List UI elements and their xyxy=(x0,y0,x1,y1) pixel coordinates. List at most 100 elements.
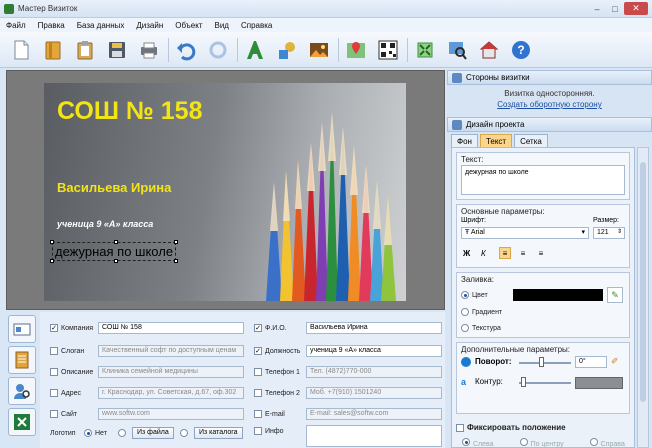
fio-checkbox[interactable]: ✓ xyxy=(254,324,262,332)
company-input[interactable]: СОШ № 158 xyxy=(98,322,244,334)
logo-catalog-option[interactable] xyxy=(180,425,191,441)
phone2-checkbox[interactable] xyxy=(254,389,262,397)
job-input[interactable]: ученица 9 «А» класса xyxy=(306,345,442,357)
align-right-icon[interactable]: ≡ xyxy=(535,247,547,259)
design-panel-header[interactable]: Дизайн проекта xyxy=(447,117,652,132)
align-left-icon[interactable]: ≡ xyxy=(499,247,511,259)
info-input[interactable] xyxy=(306,425,442,447)
logo-none-radio[interactable] xyxy=(84,429,92,437)
resize-handle[interactable] xyxy=(114,240,119,244)
job-checkbox[interactable]: ✓ xyxy=(254,347,262,355)
add-shape-button[interactable] xyxy=(274,37,300,63)
resize-handle[interactable] xyxy=(174,259,179,263)
add-map-button[interactable] xyxy=(343,37,369,63)
fixed-align-right[interactable]: Справа xyxy=(589,438,625,448)
resize-handle[interactable] xyxy=(114,259,119,263)
undo-button[interactable] xyxy=(173,37,199,63)
align-center-icon[interactable]: ≡ xyxy=(517,247,529,259)
site-input[interactable]: www.softw.com xyxy=(98,408,244,420)
print-button[interactable] xyxy=(136,37,162,63)
fio-input[interactable]: Васильева Ирина xyxy=(306,322,442,334)
font-size-stepper[interactable]: 121 ⇕ xyxy=(593,227,625,239)
phone1-input[interactable]: Тел. (4872)770-000 xyxy=(306,366,442,378)
sides-panel-header[interactable]: Стороны визитки xyxy=(447,70,652,85)
card-school-text[interactable]: СОШ № 158 xyxy=(57,97,202,126)
card-fields-button[interactable] xyxy=(8,315,36,343)
fix-position-checkbox[interactable] xyxy=(456,423,464,432)
resize-handle[interactable] xyxy=(174,240,179,244)
fix-position-row[interactable]: Фиксировать положение xyxy=(456,423,566,432)
rotate-slider[interactable] xyxy=(519,362,571,364)
create-back-side-link[interactable]: Создать оборотную сторону xyxy=(447,100,652,109)
tab-background[interactable]: Фон xyxy=(451,134,478,148)
fill-color-swatch[interactable] xyxy=(513,289,603,301)
tab-text[interactable]: Текст xyxy=(479,134,513,148)
paste-button[interactable] xyxy=(72,37,98,63)
excel-import-button[interactable] xyxy=(8,408,36,436)
minimize-button[interactable]: – xyxy=(588,2,606,15)
design-canvas[interactable]: СОШ № 158 Васильева Ирина ученица 9 «А» … xyxy=(6,70,445,310)
fill-gradient-radio[interactable] xyxy=(461,308,469,316)
help-button[interactable]: ? xyxy=(508,37,534,63)
redo-button[interactable] xyxy=(205,37,231,63)
maximize-button[interactable]: □ xyxy=(606,2,624,15)
fill-color-option[interactable]: Цвет xyxy=(461,287,488,303)
fill-texture-option[interactable]: Текстура xyxy=(461,320,501,336)
slogan-input[interactable]: Качественный софт по доступным ценам xyxy=(98,345,244,357)
description-checkbox[interactable] xyxy=(50,368,58,376)
add-text-button[interactable] xyxy=(242,37,268,63)
home-button[interactable] xyxy=(476,37,502,63)
rotate-stepper[interactable]: 0° xyxy=(575,356,607,368)
logo-file-radio[interactable] xyxy=(118,429,126,437)
add-qr-button[interactable] xyxy=(375,37,401,63)
fixed-center-radio[interactable] xyxy=(519,438,528,446)
contacts-button[interactable] xyxy=(8,377,36,405)
eyedropper-icon[interactable]: ✎ xyxy=(607,287,623,303)
fit-button[interactable] xyxy=(412,37,438,63)
resize-handle[interactable] xyxy=(50,240,54,244)
fixed-align-center[interactable]: По центру xyxy=(519,438,564,448)
logo-file-option[interactable] xyxy=(118,425,129,441)
email-input[interactable]: E-mail: sales@softw.com xyxy=(306,408,442,420)
logo-none-option[interactable]: Нет xyxy=(84,425,107,441)
business-card[interactable]: СОШ № 158 Васильева Ирина ученица 9 «А» … xyxy=(44,83,406,301)
preview-button[interactable] xyxy=(444,37,470,63)
fixed-right-radio[interactable] xyxy=(589,438,598,446)
fill-texture-radio[interactable] xyxy=(461,324,469,332)
menu-help[interactable]: Справка xyxy=(241,21,272,30)
card-position-text[interactable]: ученица 9 «А» класса xyxy=(57,219,153,229)
menu-view[interactable]: Вид xyxy=(215,21,229,30)
menu-object[interactable]: Объект xyxy=(175,21,202,30)
tab-grid[interactable]: Сетка xyxy=(514,134,548,148)
slogan-checkbox[interactable] xyxy=(50,347,58,355)
font-select[interactable]: Ŧ Arial ▾ xyxy=(461,227,589,239)
email-checkbox[interactable] xyxy=(254,410,262,418)
close-button[interactable]: ✕ xyxy=(624,2,648,15)
card-name-text[interactable]: Васильева Ирина xyxy=(57,180,171,195)
rotate-slider-thumb[interactable] xyxy=(539,357,544,367)
resize-handle[interactable] xyxy=(50,259,54,263)
address-checkbox[interactable] xyxy=(50,389,58,397)
add-image-button[interactable] xyxy=(306,37,332,63)
fixed-left-radio[interactable] xyxy=(462,438,470,446)
logo-catalog-radio[interactable] xyxy=(180,429,188,437)
fill-color-radio[interactable] xyxy=(461,291,469,299)
logo-from-catalog-button[interactable]: Из каталога xyxy=(194,427,243,439)
text-content-input[interactable]: дежурная по школе xyxy=(461,165,625,195)
address-input[interactable]: г. Краснодар, ул. Советская, д.67, оф.30… xyxy=(98,387,244,399)
info-checkbox[interactable] xyxy=(254,427,262,435)
new-button[interactable] xyxy=(8,37,34,63)
phone2-input[interactable]: Моб. +7(910) 1501240 xyxy=(306,387,442,399)
scrollbar-thumb[interactable] xyxy=(640,162,646,402)
outline-color-swatch[interactable] xyxy=(575,377,623,389)
notes-button[interactable] xyxy=(8,346,36,374)
open-button[interactable] xyxy=(40,37,66,63)
bold-button[interactable]: Ж xyxy=(463,249,470,258)
menu-file[interactable]: Файл xyxy=(6,21,26,30)
card-duty-text[interactable]: дежурная по школе xyxy=(50,240,179,263)
site-checkbox[interactable] xyxy=(50,410,58,418)
description-input[interactable]: Клиника семейной медицины xyxy=(98,366,244,378)
menu-design[interactable]: Дизайн xyxy=(136,21,163,30)
properties-scrollbar[interactable] xyxy=(637,147,649,448)
menu-database[interactable]: База данных xyxy=(77,21,125,30)
